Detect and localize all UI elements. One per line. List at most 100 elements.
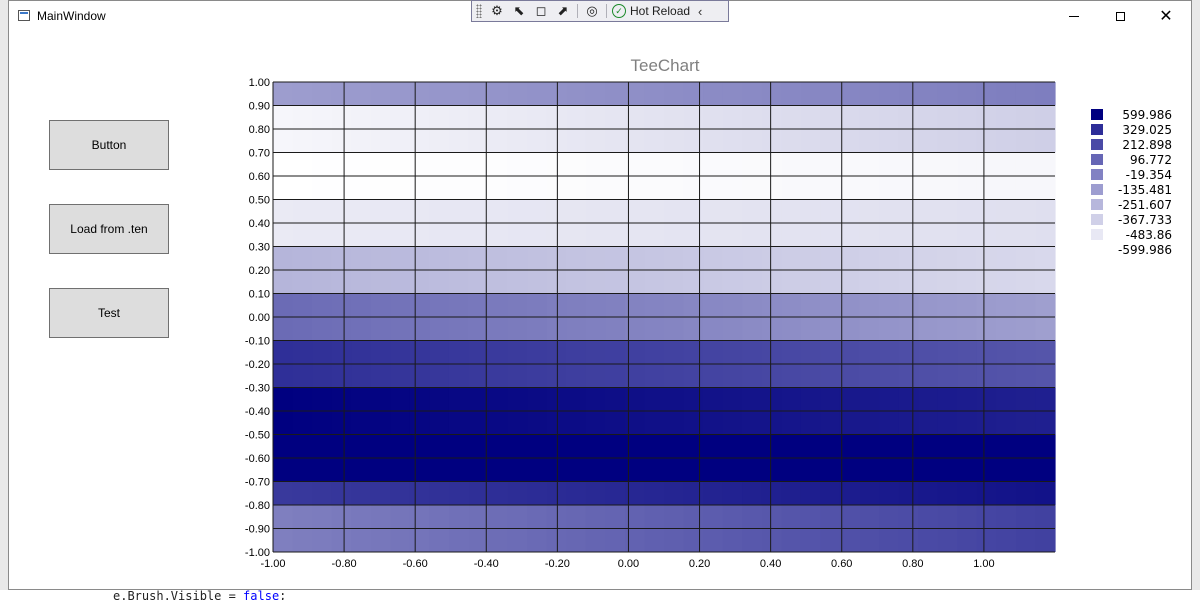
legend-label: -483.86 (1126, 228, 1172, 242)
heatmap-cell (331, 481, 352, 505)
legend-label: -367.733 (1118, 213, 1172, 227)
legend-label: -135.481 (1118, 183, 1172, 197)
heatmap-cell (859, 481, 880, 505)
y-tick-label: -0.70 (245, 477, 270, 489)
heatmap-cell (703, 481, 724, 505)
y-tick-label: -0.80 (245, 500, 270, 512)
select-element-icon[interactable]: ⬉ (508, 2, 530, 20)
y-tick-label: -0.60 (245, 453, 270, 465)
legend-label: 96.772 (1130, 153, 1172, 167)
heatmap-cell (820, 481, 841, 505)
heatmap-cell (292, 481, 313, 505)
heatmap-cell (839, 82, 861, 106)
heatmap-cell (370, 82, 391, 106)
legend-swatch (1091, 169, 1103, 180)
heatmap-cell (409, 82, 430, 106)
binding-failures-icon[interactable]: ◎ (581, 2, 603, 20)
heatmap-cell (800, 481, 821, 505)
heatmap-cell (761, 82, 782, 106)
legend-label: -251.607 (1118, 198, 1172, 212)
heatmap-cell (800, 82, 821, 106)
y-tick-label: 0.90 (249, 101, 270, 113)
heatmap-cell (683, 481, 704, 505)
y-tick-label: -0.10 (245, 336, 270, 348)
heatmap-cell (820, 82, 841, 106)
display-adorners-icon[interactable]: ◻ (530, 2, 552, 20)
heatmap-cell (468, 481, 489, 505)
background-code-editor: e.Brush.Visible = false; (0, 590, 1200, 600)
x-tick-label: 0.60 (831, 558, 852, 570)
y-tick-label: -0.30 (245, 383, 270, 395)
background-window-edge-left (0, 0, 8, 600)
heatmap-cell (488, 481, 509, 505)
heatmap-cell (644, 82, 665, 106)
background-window-edge-right (1192, 0, 1200, 600)
heatmap-cell (448, 82, 470, 106)
legend-swatch (1091, 229, 1103, 240)
xaml-debug-toolbar: ⚙ ⬉ ◻ ⬈ ◎ ✓ Hot Reload ‹ (471, 0, 729, 22)
heatmap-cell (546, 82, 567, 106)
x-tick-label: 0.20 (689, 558, 710, 570)
y-tick-label: -0.90 (245, 524, 270, 536)
heatmap-cell (703, 82, 724, 106)
heatmap-cell (292, 82, 313, 106)
heatmap-cell (273, 82, 294, 106)
legend-label: -599.986 (1118, 243, 1172, 257)
heatmap-cell (664, 82, 685, 106)
chevron-left-icon[interactable]: ‹ (698, 4, 702, 19)
heatmap-cell (1035, 481, 1056, 505)
live-visual-tree-icon[interactable]: ⚙ (486, 2, 508, 20)
x-tick-label: -0.20 (545, 558, 570, 570)
x-tick-label: -1.00 (260, 558, 285, 570)
legend-swatch (1091, 124, 1103, 135)
heatmap-cell (976, 82, 997, 106)
heatmap-cell (937, 481, 958, 505)
y-tick-label: 0.30 (249, 242, 270, 254)
y-tick-label: 0.40 (249, 218, 270, 230)
heatmap-cell (605, 481, 626, 505)
legend-swatch (1091, 139, 1103, 150)
heatmap-cell (722, 82, 743, 106)
heatmap-cell (859, 82, 880, 106)
heatmap-cell (879, 82, 900, 106)
heatmap-cell (312, 481, 333, 505)
heatmap-cell (273, 481, 294, 505)
heatmap-cell (488, 82, 509, 106)
y-tick-label: 0.70 (249, 148, 270, 160)
y-tick-label: 0.00 (249, 312, 270, 324)
heatmap-cell (781, 481, 802, 505)
heatmap-cell (664, 481, 685, 505)
heatmap-cell (683, 82, 704, 106)
track-focus-icon[interactable]: ⬈ (552, 2, 574, 20)
heatmap-cell (1035, 82, 1056, 106)
heatmap-cell (507, 82, 528, 106)
check-circle-icon: ✓ (612, 4, 626, 18)
legend-label: -19.354 (1126, 168, 1172, 182)
y-tick-label: -0.20 (245, 359, 270, 371)
toolbar-grip-icon[interactable] (476, 4, 482, 18)
heatmap-cell (312, 82, 333, 106)
heatmap-cell (879, 481, 900, 505)
y-tick-label: 0.10 (249, 289, 270, 301)
toolbar-separator (606, 4, 607, 18)
toolbar-separator (577, 4, 578, 18)
x-tick-label: -0.60 (403, 558, 428, 570)
heatmap-cell (976, 481, 997, 505)
x-tick-label: 1.00 (973, 558, 994, 570)
main-window: MainWindow ✕ Button Load from .ten Test … (8, 0, 1192, 590)
heatmap-cell (957, 82, 978, 106)
heatmap-cell (390, 82, 411, 106)
heatmap-cell (585, 481, 606, 505)
heatmap-cell (996, 82, 1017, 106)
heatmap-cell (429, 481, 450, 505)
hot-reload-label[interactable]: Hot Reload (630, 4, 690, 18)
x-tick-label: 0.80 (902, 558, 923, 570)
legend-swatch (1091, 154, 1103, 165)
heatmap-cell (527, 481, 548, 505)
heatmap-cell (370, 481, 391, 505)
heatmap-cell (546, 481, 567, 505)
legend-label: 329.025 (1122, 123, 1172, 137)
heatmap-cell (742, 481, 763, 505)
heatmap-cell (1015, 82, 1037, 106)
heatmap-cell (585, 82, 606, 106)
